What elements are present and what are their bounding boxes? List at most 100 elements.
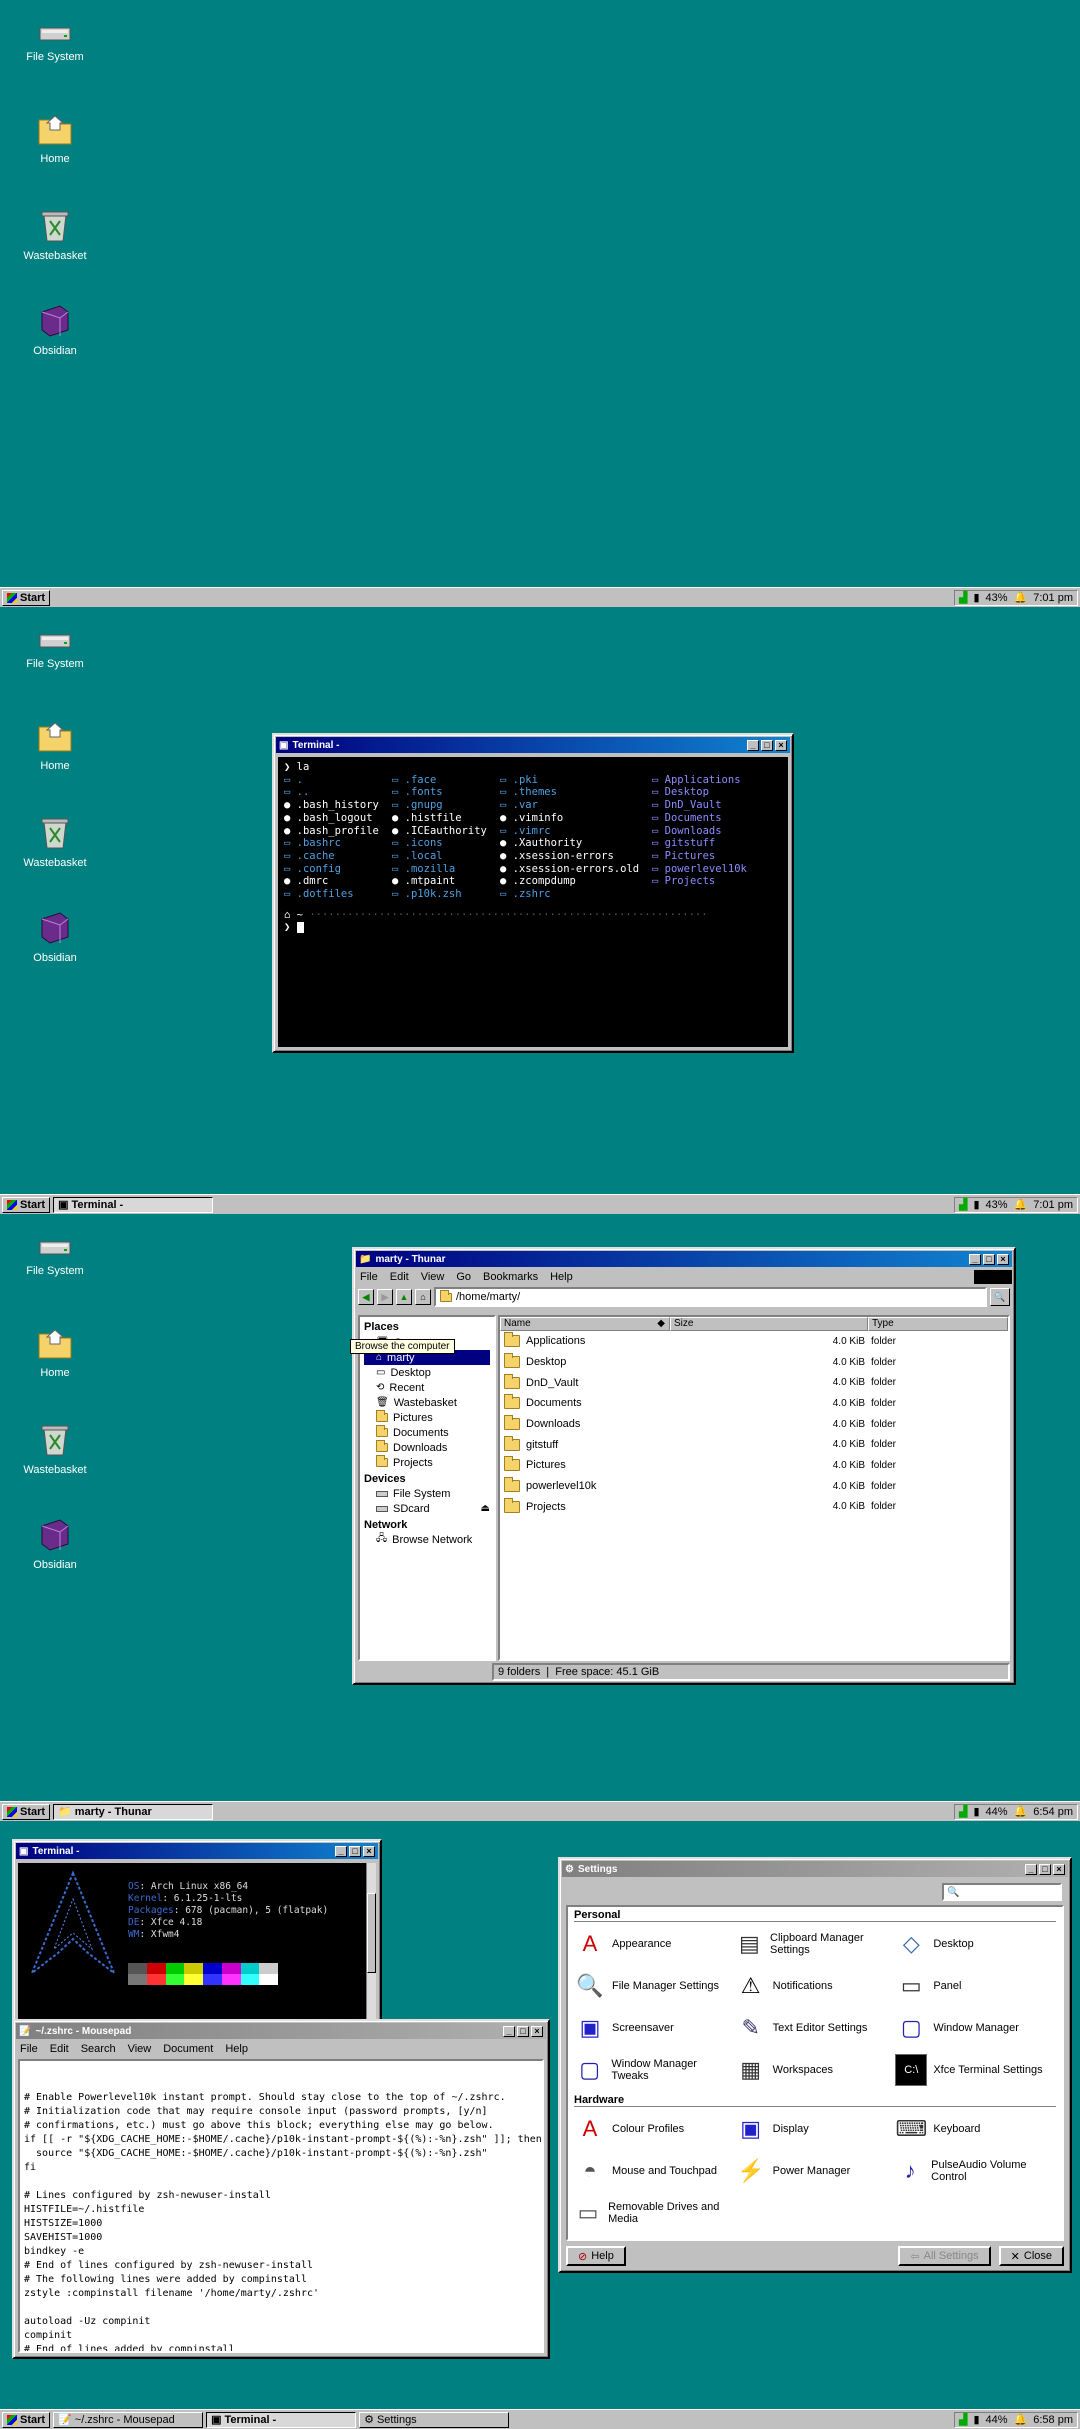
file-row[interactable]: Applications 4.0 KiB folder <box>500 1331 1008 1352</box>
menu-view[interactable]: View <box>128 2043 152 2055</box>
bell-icon[interactable]: 🔔 <box>1014 591 1028 604</box>
menu-document[interactable]: Document <box>163 2043 213 2055</box>
settings-window[interactable]: ⚙ Settings _ □ × 🔍 Personal A Appearance ▤ Cl… <box>558 1857 1072 2273</box>
desktop-icon-obsidian[interactable]: Obsidian <box>10 909 100 964</box>
up-button[interactable]: ▲ <box>396 1289 412 1305</box>
side-item-browse-network[interactable]: 🖧 Browse Network <box>364 1532 490 1547</box>
settings-item[interactable]: ⚠ Notifications <box>735 1968 896 2004</box>
signal-icon[interactable]: ▟ <box>959 2413 967 2426</box>
menu-file[interactable]: File <box>20 2043 38 2055</box>
desktop-icon-file-system[interactable]: File System <box>10 22 100 63</box>
menu-edit[interactable]: Edit <box>50 2043 69 2055</box>
mousepad-titlebar[interactable]: 📝 ~/.zshrc - Mousepad _ □ × <box>16 2023 546 2039</box>
column-header-name[interactable]: Name ◆ <box>500 1317 670 1331</box>
settings-item[interactable]: 🔍 File Manager Settings <box>574 1968 735 2004</box>
back-button[interactable]: ◀ <box>358 1289 374 1305</box>
thunar-titlebar[interactable]: 📁 marty - Thunar _ □ × <box>356 1251 1012 1267</box>
editor-area[interactable]: # Enable Powerlevel10k instant prompt. S… <box>18 2059 544 2353</box>
side-item-place[interactable]: 🗑 Wastebasket <box>364 1395 490 1410</box>
all-settings-button[interactable]: ⇦ All Settings <box>898 2246 991 2266</box>
path-field[interactable]: /home/marty/ <box>434 1287 987 1307</box>
bell-icon[interactable]: 🔔 <box>1014 1198 1028 1211</box>
signal-icon[interactable]: ▟ <box>959 591 967 604</box>
terminal-titlebar[interactable]: ▣ Terminal - _ □ × <box>276 737 790 753</box>
side-item-device[interactable]: File System <box>364 1486 490 1501</box>
settings-search-input[interactable]: 🔍 <box>942 1883 1062 1901</box>
settings-item[interactable]: ▢ Window Manager <box>895 2010 1056 2046</box>
scroll-thumb[interactable] <box>367 1893 376 1973</box>
settings-item[interactable]: ▣ Display <box>735 2111 896 2147</box>
side-item-device[interactable]: SDcard ⏏ <box>364 1501 490 1516</box>
start-button[interactable]: Start <box>2 1803 51 1820</box>
clock[interactable]: 7:01 pm <box>1033 592 1073 604</box>
settings-item[interactable]: ▭ Removable Drives and Media <box>574 2195 735 2231</box>
desktop-icon-home[interactable]: Home <box>10 1326 100 1379</box>
taskbar-task-terminal[interactable]: ▣ Terminal - <box>206 2411 357 2428</box>
home-button[interactable]: ⌂ <box>415 1289 431 1305</box>
scrollbar[interactable] <box>366 1863 376 2023</box>
settings-item[interactable]: ▣ Screensaver <box>574 2010 735 2046</box>
settings-item[interactable]: ✎ Text Editor Settings <box>735 2010 896 2046</box>
side-item-place[interactable]: Documents <box>364 1425 490 1440</box>
file-row[interactable]: DnD_Vault 4.0 KiB folder <box>500 1372 1008 1393</box>
file-row[interactable]: Downloads 4.0 KiB folder <box>500 1414 1008 1435</box>
close-button[interactable]: × <box>363 1845 375 1857</box>
desktop-icon-home[interactable]: Home <box>10 719 100 772</box>
minimize-button[interactable]: _ <box>503 2025 515 2037</box>
bell-icon[interactable]: 🔔 <box>1014 1805 1028 1818</box>
close-settings-button[interactable]: ✕ Close <box>998 2246 1064 2266</box>
minimize-button[interactable]: _ <box>1025 1863 1037 1875</box>
neofetch-output[interactable]: OS: Arch Linux x86_64 Kernel: 6.1.25-1-lt… <box>18 1863 366 2023</box>
terminal-window[interactable]: ▣ Terminal - _ □ × ❯ la ▭ . ▭ .. ● .bash_his… <box>272 733 794 1053</box>
file-row[interactable]: Projects 4.0 KiB folder <box>500 1497 1008 1518</box>
search-button[interactable]: 🔍 <box>990 1288 1010 1306</box>
battery-icon[interactable]: ▮ <box>973 1805 979 1818</box>
close-button[interactable]: × <box>1053 1863 1065 1875</box>
minimize-button[interactable]: _ <box>335 1845 347 1857</box>
taskbar-task-thunar[interactable]: 📁 marty - Thunar <box>53 1803 214 1820</box>
taskbar-task-mousepad[interactable]: 📝 ~/.zshrc - Mousepad <box>53 2411 204 2428</box>
desktop-icon-wastebasket[interactable]: Wastebasket <box>10 814 100 869</box>
maximize-button[interactable]: □ <box>1039 1863 1051 1875</box>
minimize-button[interactable]: _ <box>747 739 759 751</box>
clock[interactable]: 7:01 pm <box>1033 1199 1073 1211</box>
file-row[interactable]: Pictures 4.0 KiB folder <box>500 1455 1008 1476</box>
file-row[interactable]: Desktop 4.0 KiB folder <box>500 1352 1008 1373</box>
menu-go[interactable]: Go <box>456 1271 471 1283</box>
menu-view[interactable]: View <box>421 1271 445 1283</box>
terminal-window-neofetch[interactable]: ▣ Terminal - _ □ × OS: Arch Linux x86_64 Ke… <box>12 1839 382 2029</box>
settings-item[interactable]: ⚡ Power Manager <box>735 2153 896 2189</box>
terminal-titlebar[interactable]: ▣ Terminal - _ □ × <box>16 1843 378 1859</box>
desktop-icon-obsidian[interactable]: Obsidian <box>10 302 100 357</box>
close-button[interactable]: × <box>531 2025 543 2037</box>
settings-item[interactable]: ◓ Mouse and Touchpad <box>574 2153 735 2189</box>
maximize-button[interactable]: □ <box>761 739 773 751</box>
maximize-button[interactable]: □ <box>983 1253 995 1265</box>
side-item-place[interactable]: Projects <box>364 1455 490 1470</box>
battery-icon[interactable]: ▮ <box>973 591 979 604</box>
bell-icon[interactable]: 🔔 <box>1014 2413 1028 2426</box>
signal-icon[interactable]: ▟ <box>959 1805 967 1818</box>
file-row[interactable]: Documents 4.0 KiB folder <box>500 1393 1008 1414</box>
settings-item[interactable]: ▭ Panel <box>895 1968 1056 2004</box>
settings-item[interactable]: ⌨ Keyboard <box>895 2111 1056 2147</box>
battery-icon[interactable]: ▮ <box>973 2413 979 2426</box>
start-button[interactable]: Start <box>2 1196 51 1213</box>
desktop-icon-home[interactable]: Home <box>10 112 100 165</box>
side-item-place[interactable]: ▭ Desktop <box>364 1365 490 1380</box>
menu-bookmarks[interactable]: Bookmarks <box>483 1271 538 1283</box>
desktop-icon-obsidian[interactable]: Obsidian <box>10 1516 100 1571</box>
clock[interactable]: 6:58 pm <box>1033 2414 1073 2426</box>
menu-search[interactable]: Search <box>81 2043 116 2055</box>
side-item-place[interactable]: Pictures <box>364 1410 490 1425</box>
eject-icon[interactable]: ⏏ <box>481 1503 490 1514</box>
settings-item[interactable]: A Colour Profiles <box>574 2111 735 2147</box>
settings-item[interactable]: ▢ Window Manager Tweaks <box>574 2052 735 2088</box>
settings-titlebar[interactable]: ⚙ Settings _ □ × <box>562 1861 1068 1877</box>
file-row[interactable]: powerlevel10k 4.0 KiB folder <box>500 1476 1008 1497</box>
help-button[interactable]: ⊘ Help <box>566 2246 626 2266</box>
thunar-window[interactable]: 📁 marty - Thunar _ □ × File Edit View Go B… <box>350 1247 1016 1685</box>
desktop-icon-file-system[interactable]: File System <box>10 1236 100 1277</box>
mousepad-window[interactable]: 📝 ~/.zshrc - Mousepad _ □ × File Edit Sear… <box>12 2019 550 2359</box>
side-item-place[interactable]: Downloads <box>364 1440 490 1455</box>
